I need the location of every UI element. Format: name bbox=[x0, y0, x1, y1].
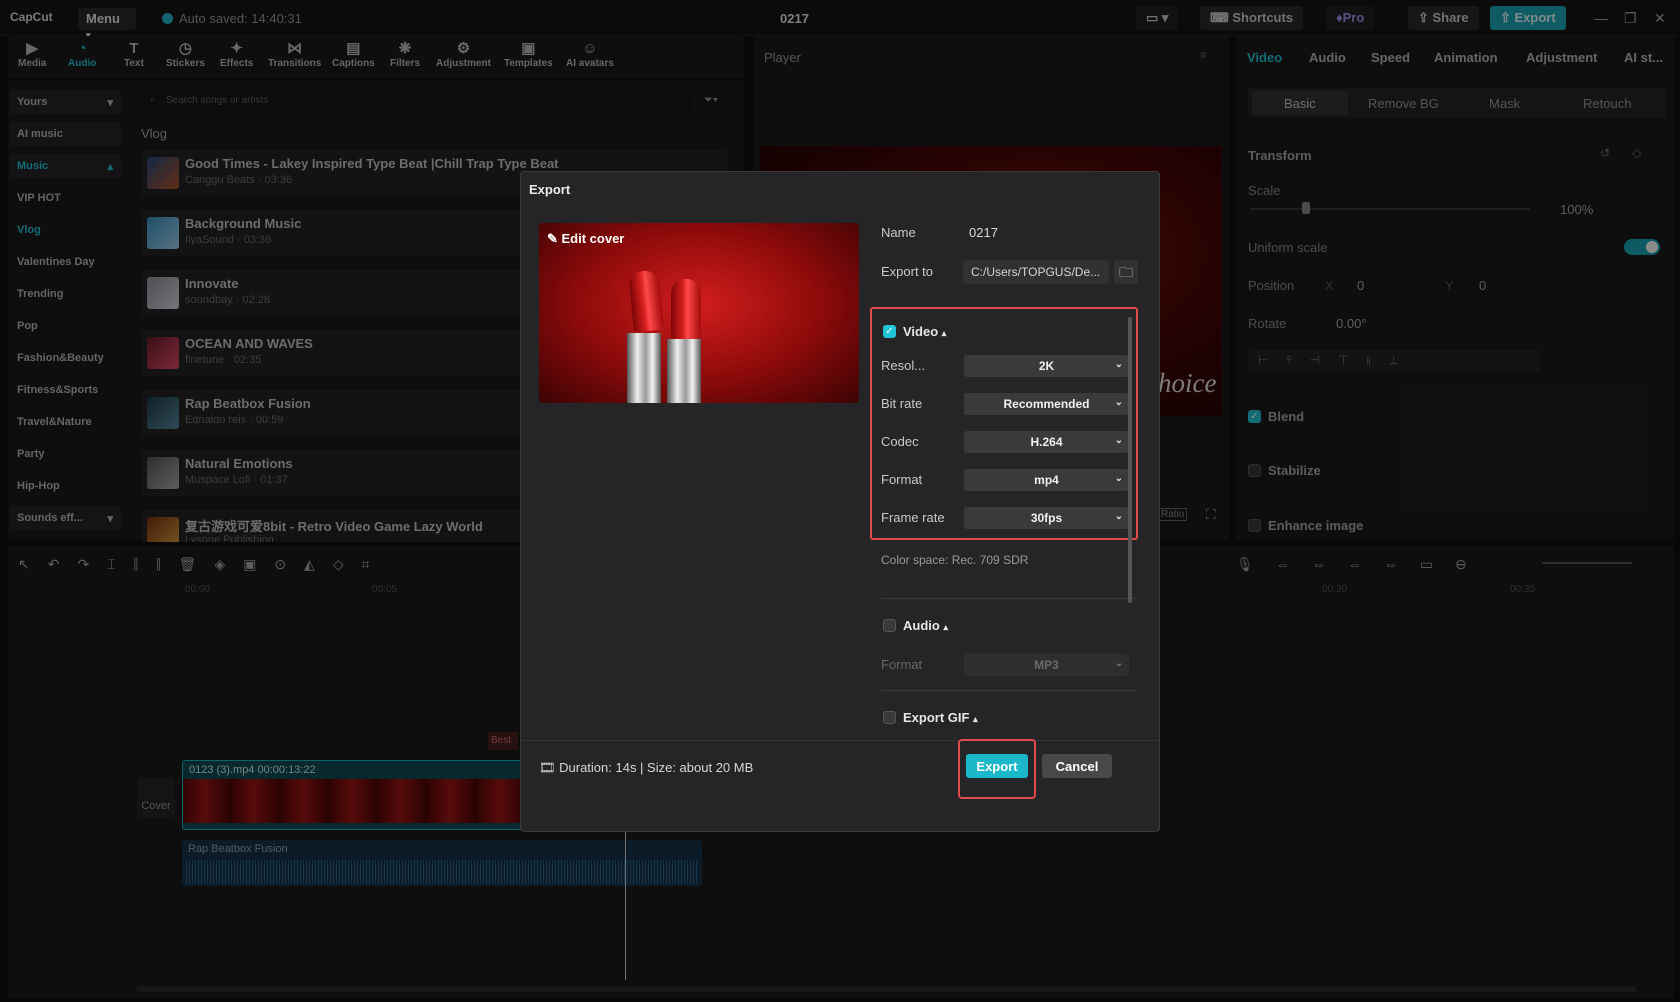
cancel-button[interactable]: Cancel bbox=[1042, 754, 1112, 778]
chevron-down-icon: ⌄ bbox=[1114, 658, 1123, 669]
dialog-title: Export bbox=[529, 182, 571, 197]
chevron-down-icon: ⌄ bbox=[1114, 473, 1123, 484]
resolution-label: Resol... bbox=[881, 358, 926, 373]
name-label: Name bbox=[881, 225, 916, 240]
audio-format-label: Format bbox=[881, 657, 923, 672]
gif-section-label: Export GIF bbox=[903, 710, 970, 725]
audio-format-select[interactable]: MP3 ⌄ bbox=[964, 654, 1129, 676]
framerate-value: 30fps bbox=[1030, 511, 1063, 525]
cover-preview[interactable]: ✎ Edit cover bbox=[539, 223, 859, 403]
codec-label: Codec bbox=[881, 434, 919, 449]
film-icon: 🎞 bbox=[539, 760, 560, 775]
name-field[interactable]: 0217 bbox=[969, 225, 998, 240]
pencil-icon: ✎ bbox=[547, 231, 562, 246]
audio-checkbox[interactable] bbox=[883, 619, 896, 632]
video-settings-highlight bbox=[870, 307, 1138, 540]
bitrate-label: Bit rate bbox=[881, 396, 923, 411]
bitrate-value: Recommended bbox=[1003, 397, 1090, 411]
resolution-select[interactable]: 2K ⌄ bbox=[964, 355, 1129, 377]
chevron-down-icon: ⌄ bbox=[1114, 435, 1123, 446]
duration-text: Duration: 14s | Size: about 20 MB bbox=[559, 760, 754, 775]
color-space-text: Color space: Rec. 709 SDR bbox=[881, 553, 1029, 567]
export-button[interactable]: Export bbox=[966, 754, 1028, 778]
gif-section-header[interactable]: Export GIF ▴ bbox=[903, 710, 978, 725]
export-to-label: Export to bbox=[881, 264, 934, 279]
format-label: Format bbox=[881, 472, 923, 487]
lipstick-image bbox=[627, 269, 665, 333]
folder-icon[interactable]: 🗀 bbox=[1114, 260, 1138, 284]
format-value: mp4 bbox=[1034, 473, 1059, 487]
gif-checkbox[interactable] bbox=[883, 711, 896, 724]
video-checkbox[interactable]: ✓ bbox=[883, 325, 896, 338]
edit-cover-button[interactable]: ✎ Edit cover bbox=[547, 231, 624, 247]
duration-info: 🎞 Duration: 14s | Size: about 20 MB bbox=[539, 760, 753, 776]
export-path-field[interactable]: C:/Users/TOPGUS/De... bbox=[963, 260, 1109, 284]
dialog-scrollbar[interactable] bbox=[1128, 317, 1132, 603]
lipstick-image bbox=[671, 279, 701, 339]
bitrate-select[interactable]: Recommended ⌄ bbox=[964, 393, 1129, 415]
chevron-up-icon: ▴ bbox=[943, 622, 948, 632]
chevron-down-icon: ⌄ bbox=[1114, 359, 1123, 370]
framerate-label: Frame rate bbox=[881, 510, 945, 525]
audio-section-label: Audio bbox=[903, 618, 940, 633]
audio-section-header[interactable]: Audio ▴ bbox=[903, 618, 948, 633]
edit-cover-label: Edit cover bbox=[561, 231, 625, 246]
chevron-down-icon: ⌄ bbox=[1114, 397, 1123, 408]
divider bbox=[881, 690, 1137, 691]
codec-select[interactable]: H.264 ⌄ bbox=[964, 431, 1129, 453]
video-section-label: Video bbox=[903, 324, 939, 339]
framerate-select[interactable]: 30fps ⌄ bbox=[964, 507, 1129, 529]
lipstick-image bbox=[667, 339, 701, 403]
export-dialog: Export ✎ Edit cover Name 0217 Export to … bbox=[520, 171, 1160, 832]
codec-value: H.264 bbox=[1030, 435, 1063, 449]
chevron-down-icon: ⌄ bbox=[1114, 511, 1123, 522]
audio-format-value: MP3 bbox=[1034, 658, 1059, 672]
divider bbox=[881, 598, 1137, 599]
format-select[interactable]: mp4 ⌄ bbox=[964, 469, 1129, 491]
lipstick-image bbox=[627, 333, 661, 403]
chevron-up-icon: ▴ bbox=[973, 714, 978, 724]
video-section-header[interactable]: Video ▴ bbox=[903, 324, 946, 339]
footer-divider bbox=[521, 740, 1159, 741]
chevron-up-icon: ▴ bbox=[941, 328, 947, 338]
resolution-value: 2K bbox=[1038, 359, 1055, 373]
